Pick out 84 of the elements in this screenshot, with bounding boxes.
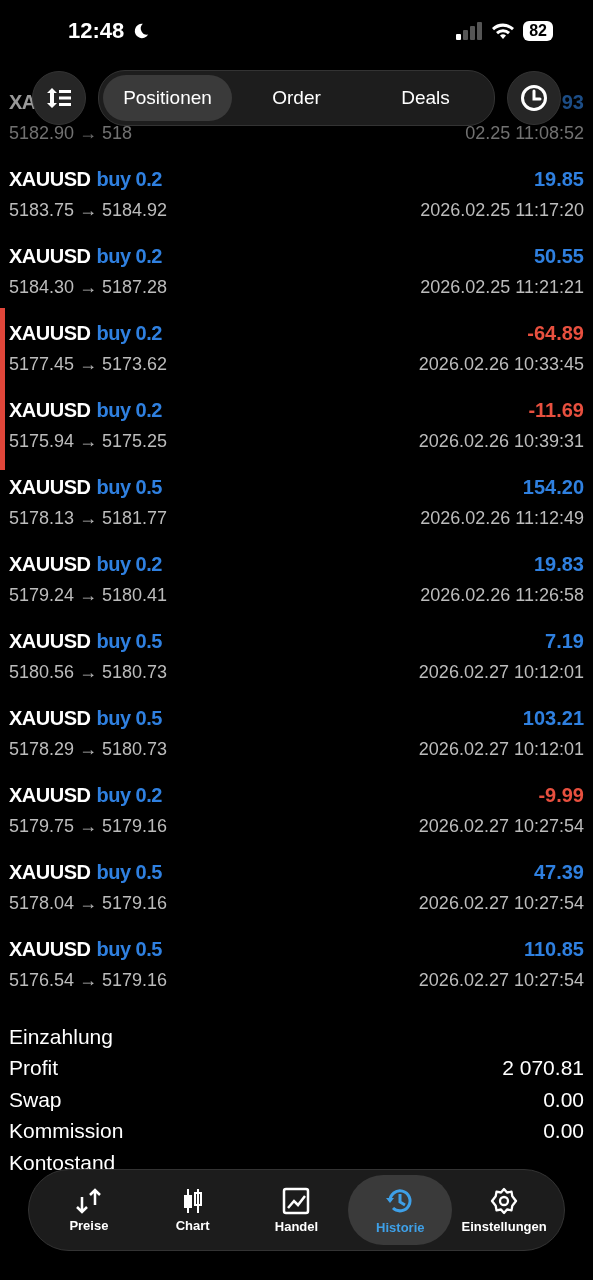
nav-tab[interactable]: Chart bbox=[140, 1175, 245, 1245]
price-range: 5177.45 → 5173.62 bbox=[9, 354, 168, 375]
price-range: 5178.29 → 5180.73 bbox=[9, 739, 168, 760]
symbol-label: XAUUSD bbox=[9, 399, 91, 422]
symbol-label: XAUUSD bbox=[9, 707, 91, 730]
side-label: buy 0.2 bbox=[96, 399, 162, 422]
deal-time: 2026.02.27 10:12:01 bbox=[418, 739, 584, 760]
profit-value: 19.83 bbox=[533, 553, 584, 576]
price-range: 5180.56 → 5180.73 bbox=[9, 662, 168, 683]
nav-tab[interactable]: Preise bbox=[37, 1175, 141, 1245]
price-range: 5183.75 → 5184.92 bbox=[9, 200, 168, 221]
nav-tab[interactable]: Historie bbox=[348, 1175, 453, 1245]
summary-label: Profit bbox=[9, 1056, 58, 1081]
symbol-label: XAUUSD bbox=[9, 784, 91, 807]
side-label: buy 0.5 bbox=[96, 476, 162, 499]
price-range: 5179.75 → 5179.16 bbox=[9, 816, 168, 837]
price-range: 5179.24 → 5180.41 bbox=[9, 585, 168, 606]
nav-tab[interactable]: Handel bbox=[244, 1175, 349, 1245]
symbol-label: XAUUSD bbox=[9, 938, 91, 961]
symbol-label: XAUUSD bbox=[9, 630, 91, 653]
price-range: 5182.90 → 518 bbox=[9, 123, 133, 144]
deal-time: 2026.02.26 10:33:45 bbox=[418, 354, 584, 375]
deal-time: 2026.02.27 10:12:01 bbox=[418, 662, 584, 683]
tab[interactable]: Positionen bbox=[103, 75, 232, 121]
symbol-label: XAUUSD bbox=[9, 322, 91, 345]
price-range: 5176.54 → 5179.16 bbox=[9, 970, 168, 991]
deal-time: 2026.02.26 10:39:31 bbox=[418, 431, 584, 452]
symbol-label: XAUUSD bbox=[9, 553, 91, 576]
price-range: 5178.04 → 5179.16 bbox=[9, 893, 168, 914]
deal-time: 2026.02.25 11:17:20 bbox=[420, 200, 584, 221]
profit-value: -64.89 bbox=[527, 322, 584, 345]
price-range: 5175.94 → 5175.25 bbox=[9, 431, 168, 452]
profit-value: 93 bbox=[561, 91, 584, 114]
nav-tab[interactable]: Einstellungen bbox=[452, 1175, 556, 1245]
symbol-label: XAUUSD bbox=[9, 168, 91, 191]
tab[interactable]: Deals bbox=[361, 75, 490, 121]
side-label: buy 0.2 bbox=[96, 784, 162, 807]
side-label: buy 0.2 bbox=[96, 322, 162, 345]
profit-value: 47.39 bbox=[533, 861, 584, 884]
symbol-label: XAUUSD bbox=[9, 476, 91, 499]
settings-icon bbox=[490, 1186, 519, 1215]
profit-value: 19.85 bbox=[533, 168, 584, 191]
tab[interactable]: Order bbox=[232, 75, 361, 121]
profit-value: -11.69 bbox=[528, 399, 584, 422]
summary-value: 2 070.81 bbox=[502, 1056, 584, 1081]
clock-icon bbox=[520, 84, 548, 112]
profit-value: 103.21 bbox=[522, 707, 584, 730]
history-button[interactable] bbox=[507, 71, 561, 125]
wifi-icon bbox=[491, 22, 516, 40]
status-time: 12:48 bbox=[68, 18, 125, 44]
summary-value: 0.00 bbox=[543, 1119, 584, 1144]
battery-indicator: 82 bbox=[523, 21, 553, 41]
deal-time: 02.25 11:08:52 bbox=[465, 123, 584, 144]
symbol-label: XAUUSD bbox=[9, 245, 91, 268]
profit-value: 50.55 bbox=[533, 245, 584, 268]
price-range: 5184.30 → 5187.28 bbox=[9, 277, 168, 298]
deal-time: 2026.02.27 10:27:54 bbox=[418, 970, 584, 991]
side-label: buy 0.5 bbox=[96, 630, 162, 653]
symbol-label: XAUUSD bbox=[9, 861, 91, 884]
deal-time: 2026.02.27 10:27:54 bbox=[418, 893, 584, 914]
symbol-label: XA bbox=[9, 91, 36, 114]
side-label: buy 0.2 bbox=[96, 168, 162, 191]
signal-icon bbox=[455, 21, 484, 41]
profit-value: 154.20 bbox=[522, 476, 584, 499]
summary-label: Kommission bbox=[9, 1119, 124, 1144]
deal-time: 2026.02.26 11:26:58 bbox=[420, 585, 584, 606]
profit-value: 7.19 bbox=[545, 630, 584, 653]
deal-time: 2026.02.25 11:21:21 bbox=[420, 277, 584, 298]
deal-time: 2026.02.27 10:27:54 bbox=[418, 816, 584, 837]
price-range: 5178.13 → 5181.77 bbox=[9, 508, 168, 529]
profit-value: 110.85 bbox=[523, 938, 584, 961]
side-label: buy 0.2 bbox=[96, 245, 162, 268]
summary-label: Kontostand bbox=[9, 1150, 116, 1175]
line-chart-icon bbox=[282, 1186, 311, 1215]
side-label: buy 0.2 bbox=[96, 553, 162, 576]
summary-value: 0.00 bbox=[543, 1087, 584, 1112]
summary-label: Swap bbox=[9, 1087, 62, 1112]
side-label: buy 0.5 bbox=[96, 707, 162, 730]
side-label: buy 0.5 bbox=[96, 938, 162, 961]
deal-time: 2026.02.26 11:12:49 bbox=[420, 508, 584, 529]
side-label: buy 0.5 bbox=[96, 861, 162, 884]
summary-label: Einzahlung bbox=[9, 1024, 113, 1049]
profit-value: -9.99 bbox=[538, 784, 584, 807]
sort-icon bbox=[46, 87, 72, 109]
